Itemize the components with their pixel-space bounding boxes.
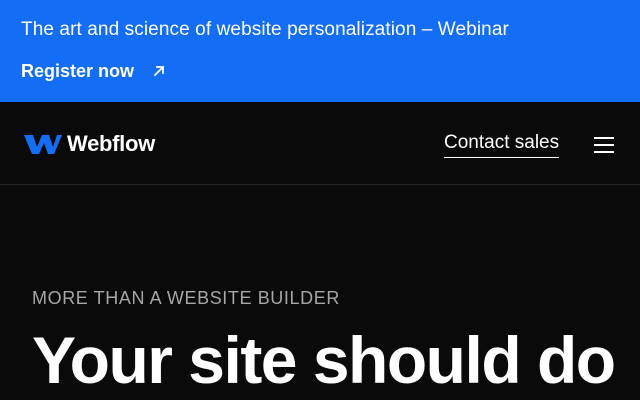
hero-title: Your site should do [32, 323, 616, 397]
menu-line [594, 144, 614, 146]
page: The art and science of website personali… [0, 0, 640, 400]
top-navbar: Webflow Contact sales [0, 102, 640, 185]
webflow-logo-icon [24, 132, 62, 156]
register-now-link[interactable]: Register now [21, 59, 166, 83]
menu-line [594, 151, 614, 153]
logo-wordmark: Webflow [67, 131, 155, 156]
banner-text: The art and science of website personali… [21, 19, 509, 40]
menu-line [594, 137, 614, 139]
register-now-label: Register now [21, 61, 135, 81]
contact-sales-link[interactable]: Contact sales [444, 131, 560, 158]
arrow-up-right-icon [152, 64, 166, 78]
hamburger-menu-icon[interactable] [592, 135, 616, 155]
webflow-logo-link[interactable]: Webflow [24, 131, 155, 157]
announcement-banner: The art and science of website personali… [0, 0, 640, 102]
hero-eyebrow: MORE THAN A WEBSITE BUILDER [32, 288, 340, 308]
